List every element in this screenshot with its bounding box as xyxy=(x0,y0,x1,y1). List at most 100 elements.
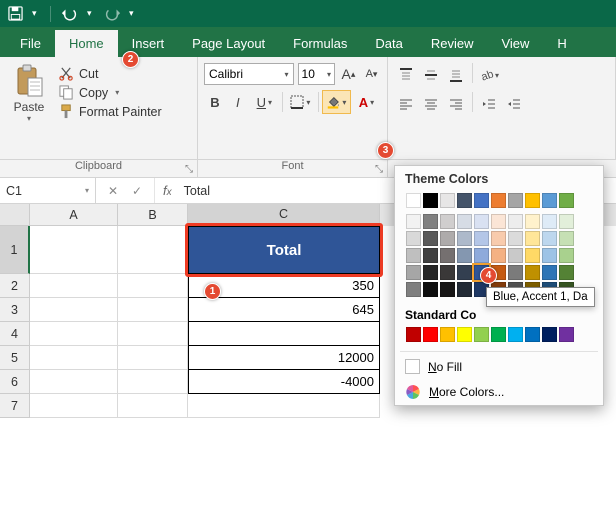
font-color-button[interactable]: A▾ xyxy=(352,90,381,114)
color-swatch[interactable] xyxy=(491,193,506,208)
color-swatch[interactable] xyxy=(525,214,540,229)
color-swatch[interactable] xyxy=(406,214,421,229)
align-right-button[interactable] xyxy=(444,92,468,116)
cell-b1[interactable] xyxy=(118,226,188,274)
color-swatch[interactable] xyxy=(559,265,574,280)
more-colors-item[interactable]: More Colors... xyxy=(395,379,603,405)
color-swatch[interactable] xyxy=(525,231,540,246)
row-header-4[interactable]: 4 xyxy=(0,322,30,346)
align-top-button[interactable] xyxy=(394,63,418,87)
row-header-5[interactable]: 5 xyxy=(0,346,30,370)
italic-button[interactable]: I xyxy=(227,90,249,114)
cell-b2[interactable] xyxy=(118,274,188,298)
color-swatch[interactable] xyxy=(491,327,506,342)
color-swatch[interactable] xyxy=(440,327,455,342)
color-swatch[interactable] xyxy=(474,214,489,229)
select-all-corner[interactable] xyxy=(0,204,30,226)
color-swatch[interactable] xyxy=(423,214,438,229)
color-swatch[interactable] xyxy=(423,265,438,280)
color-swatch[interactable] xyxy=(491,231,506,246)
color-swatch[interactable] xyxy=(474,231,489,246)
tab-page-layout[interactable]: Page Layout xyxy=(178,30,279,57)
row-header-1[interactable]: 1 xyxy=(0,226,30,274)
tab-formulas[interactable]: Formulas xyxy=(279,30,361,57)
color-swatch[interactable] xyxy=(542,248,557,263)
color-swatch[interactable] xyxy=(406,282,421,297)
font-expand-icon[interactable]: ⤡ xyxy=(373,163,385,175)
color-swatch[interactable] xyxy=(508,248,523,263)
undo-dropdown[interactable]: ▾ xyxy=(87,8,95,19)
color-swatch[interactable] xyxy=(542,214,557,229)
color-swatch[interactable] xyxy=(440,231,455,246)
format-painter-button[interactable]: Format Painter xyxy=(57,102,192,121)
align-bottom-button[interactable] xyxy=(444,63,468,87)
paste-button[interactable]: Paste ▾ xyxy=(5,62,53,159)
color-swatch[interactable] xyxy=(457,327,472,342)
cell-a2[interactable] xyxy=(30,274,118,298)
color-swatch[interactable] xyxy=(559,327,574,342)
color-swatch[interactable] xyxy=(440,248,455,263)
color-swatch[interactable] xyxy=(406,231,421,246)
color-swatch[interactable] xyxy=(406,193,421,208)
color-swatch[interactable] xyxy=(542,193,557,208)
decrease-font-button[interactable]: A▾ xyxy=(362,63,381,85)
tab-view[interactable]: View xyxy=(487,30,543,57)
tab-more[interactable]: H xyxy=(543,30,580,57)
color-swatch[interactable] xyxy=(508,193,523,208)
cell-a1[interactable] xyxy=(30,226,118,274)
cell-c6[interactable]: -4000 xyxy=(188,370,380,394)
cut-button[interactable]: Cut xyxy=(57,64,192,83)
cell-c5[interactable]: 12000 xyxy=(188,346,380,370)
color-swatch[interactable] xyxy=(457,265,472,280)
align-left-button[interactable] xyxy=(394,92,418,116)
color-swatch[interactable] xyxy=(406,248,421,263)
font-name-select[interactable]: Calibri ▾ xyxy=(204,63,294,85)
bold-button[interactable]: B xyxy=(204,90,226,114)
cell-c7[interactable] xyxy=(188,394,380,418)
underline-button[interactable]: U▾ xyxy=(250,90,279,114)
tab-home[interactable]: Home xyxy=(55,30,118,57)
fill-color-button[interactable]: ▾ xyxy=(322,90,351,114)
qat-dropdown-2[interactable]: ▾ xyxy=(129,8,137,19)
tab-file[interactable]: File xyxy=(6,30,55,57)
cell-c1[interactable]: Total xyxy=(188,226,380,274)
copy-button[interactable]: Copy ▾ xyxy=(57,83,192,102)
border-button[interactable]: ▾ xyxy=(286,90,315,114)
color-swatch[interactable] xyxy=(423,282,438,297)
color-swatch[interactable] xyxy=(457,248,472,263)
color-swatch[interactable] xyxy=(457,193,472,208)
color-swatch[interactable] xyxy=(474,248,489,263)
cell-c4[interactable] xyxy=(188,322,380,346)
color-swatch[interactable] xyxy=(559,193,574,208)
cell-a4[interactable] xyxy=(30,322,118,346)
color-swatch[interactable] xyxy=(559,248,574,263)
color-swatch[interactable] xyxy=(508,327,523,342)
color-swatch[interactable] xyxy=(440,193,455,208)
clipboard-expand-icon[interactable]: ⤡ xyxy=(183,163,195,175)
col-header-a[interactable]: A xyxy=(30,204,118,226)
color-swatch[interactable] xyxy=(508,265,523,280)
cell-c3[interactable]: 645 xyxy=(188,298,380,322)
color-swatch[interactable] xyxy=(457,231,472,246)
decrease-indent-button[interactable] xyxy=(477,92,501,116)
color-swatch[interactable] xyxy=(542,231,557,246)
color-swatch[interactable] xyxy=(440,214,455,229)
row-header-6[interactable]: 6 xyxy=(0,370,30,394)
save-icon[interactable] xyxy=(6,5,24,23)
color-swatch[interactable] xyxy=(525,265,540,280)
cell-a5[interactable] xyxy=(30,346,118,370)
paste-dropdown-icon[interactable]: ▾ xyxy=(27,114,31,123)
formula-input[interactable]: Total xyxy=(180,178,210,203)
color-swatch[interactable] xyxy=(525,248,540,263)
color-swatch[interactable] xyxy=(474,193,489,208)
color-swatch[interactable] xyxy=(508,231,523,246)
align-middle-button[interactable] xyxy=(419,63,443,87)
color-swatch[interactable] xyxy=(423,193,438,208)
color-swatch[interactable] xyxy=(542,327,557,342)
cell-b6[interactable] xyxy=(118,370,188,394)
copy-dropdown-icon[interactable]: ▾ xyxy=(115,88,119,97)
no-fill-item[interactable]: No Fill xyxy=(395,354,603,379)
row-header-2[interactable]: 2 xyxy=(0,274,30,298)
color-swatch[interactable] xyxy=(508,214,523,229)
color-swatch[interactable] xyxy=(423,248,438,263)
